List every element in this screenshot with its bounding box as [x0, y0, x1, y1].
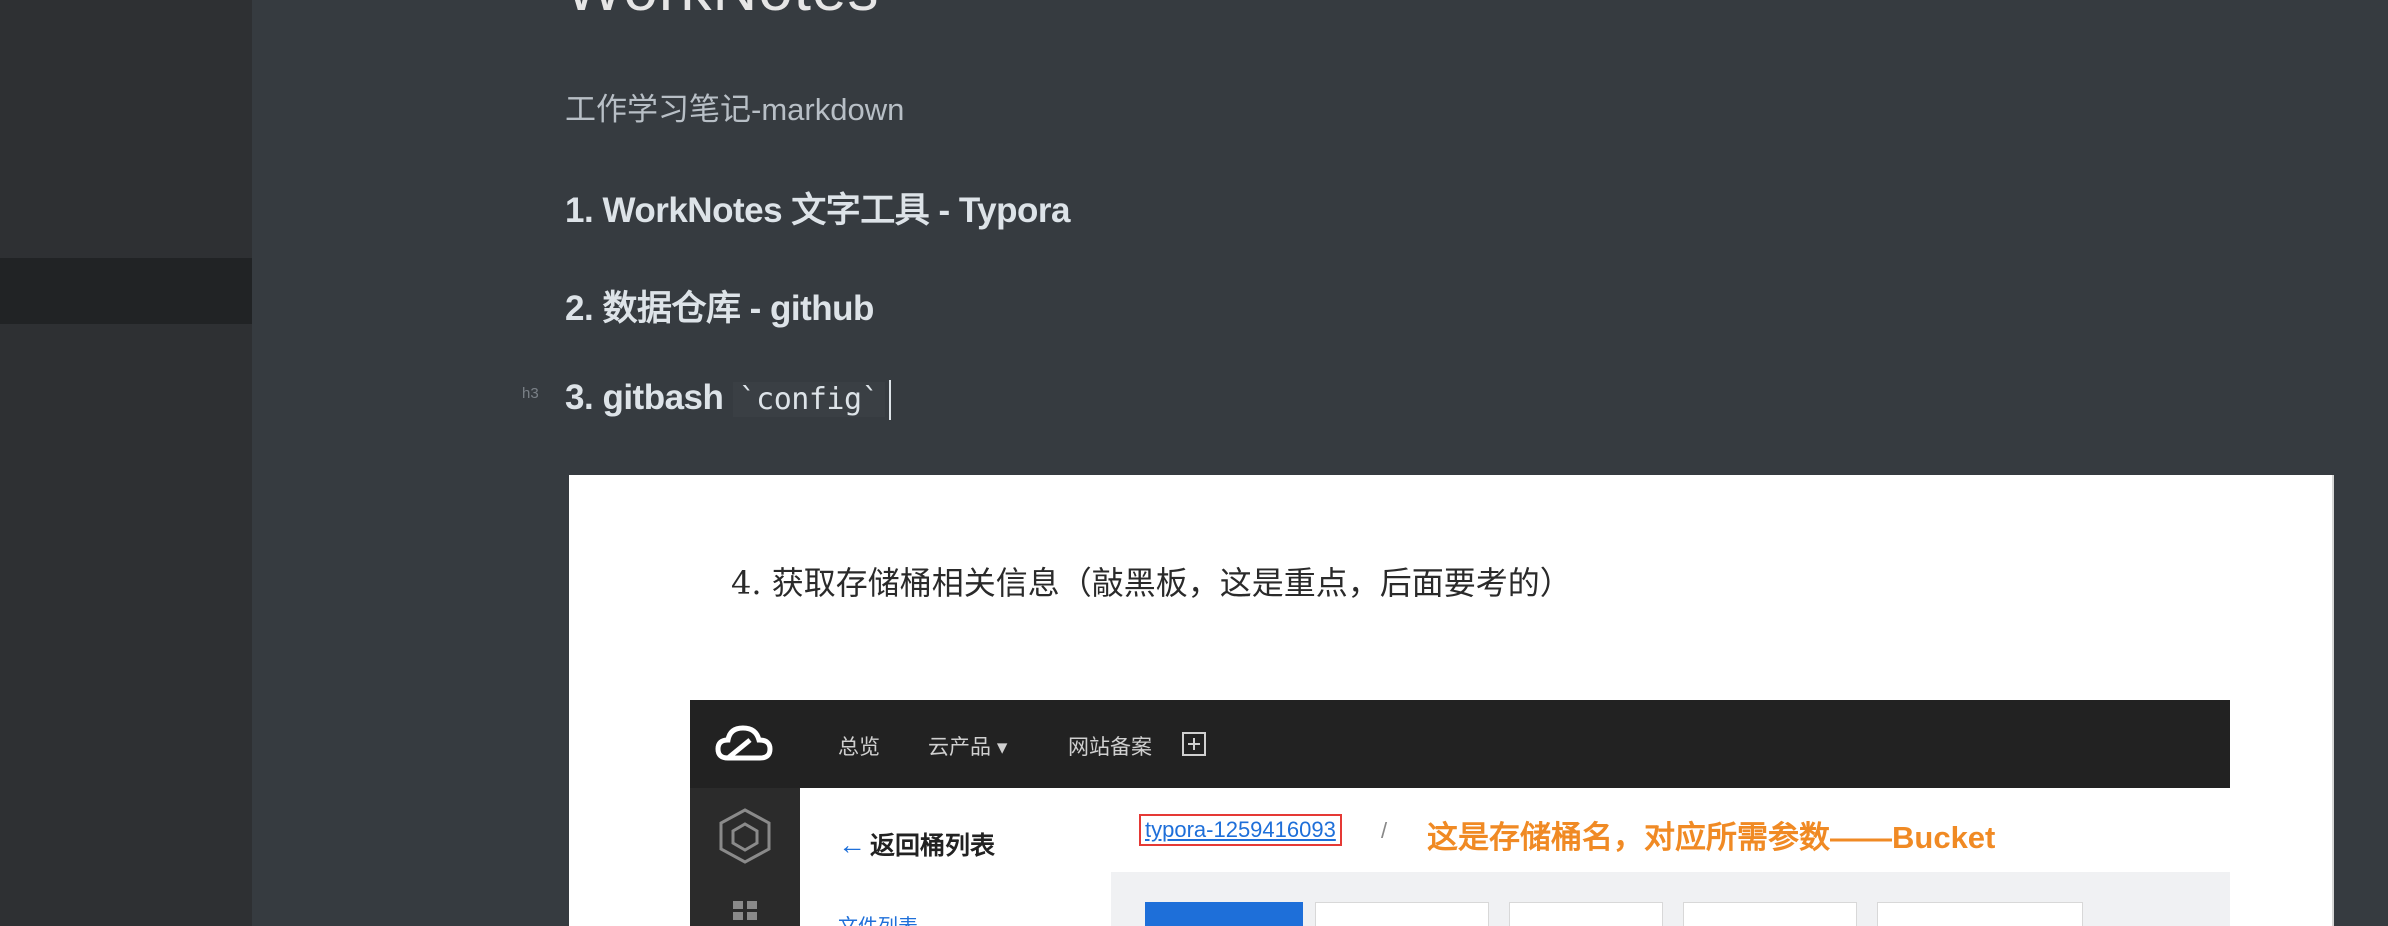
- embedded-image-border: [2332, 475, 2334, 926]
- console-main-header: typora-1259416093 / 这是存储桶名，对应所需参数——Bucke…: [1111, 788, 2230, 872]
- grid-icon: [733, 901, 757, 920]
- cloud-console-screenshot: 总览 云产品 ▾ 网站备案 ←返回桶列表 文件列表: [690, 700, 2230, 926]
- heading-1[interactable]: 1. WorkNotes 文字工具 - Typora: [565, 182, 1070, 233]
- heading-1-number: 1.: [565, 191, 594, 230]
- heading-2-text: 数据仓库 - github: [602, 289, 874, 328]
- back-link-label: 返回桶列表: [870, 832, 996, 860]
- cloud-logo-icon: [715, 725, 773, 761]
- embedded-heading: 4. 获取存储桶相关信息（敲黑板，这是重点，后面要考的）: [731, 564, 1572, 602]
- bucket-name: typora-1259416093: [1139, 814, 1342, 846]
- breadcrumb-separator: /: [1381, 818, 1388, 843]
- heading-2-number: 2.: [565, 289, 594, 328]
- nav-products: 云产品 ▾: [928, 736, 1008, 759]
- file-list-link: 文件列表: [838, 910, 918, 926]
- document-title[interactable]: WorkNotes: [565, 0, 880, 21]
- back-arrow-icon: ←: [838, 829, 866, 860]
- toolbar-button-primary: [1145, 902, 1303, 926]
- text-cursor: [889, 379, 892, 420]
- toolbar-button: [1315, 902, 1489, 926]
- console-sidenav: [690, 788, 800, 926]
- sidebar-active-item[interactable]: [0, 258, 252, 324]
- bucket-annotation: 这是存储桶名，对应所需参数——Bucket: [1427, 820, 1996, 855]
- heading-3-number: 3.: [565, 378, 594, 417]
- inline-code: `config`: [732, 382, 886, 417]
- toolbar-button: [1509, 902, 1663, 926]
- heading-level-marker: h3: [522, 385, 539, 402]
- cube-icon: [719, 808, 771, 864]
- heading-1-text: WorkNotes 文字工具 - Typora: [602, 191, 1070, 230]
- console-toolbar: [1111, 872, 2230, 926]
- embedded-image[interactable]: 4. 获取存储桶相关信息（敲黑板，这是重点，后面要考的） 总览 云产品 ▾ 网站…: [569, 475, 2333, 926]
- nav-overview: 总览: [838, 736, 880, 759]
- toolbar-button: [1877, 902, 2083, 926]
- back-to-bucket-list: ← 返回桶列表: [838, 826, 995, 862]
- document-subtitle[interactable]: 工作学习笔记-markdown: [565, 84, 904, 129]
- heading-3-text: gitbash: [602, 378, 724, 417]
- console-left-panel: ←返回桶列表 文件列表: [800, 788, 1111, 926]
- add-tab-icon: [1182, 732, 1206, 756]
- nav-icp: 网站备案: [1068, 736, 1152, 759]
- toolbar-button: [1683, 902, 1857, 926]
- sidebar: [0, 0, 252, 926]
- console-topbar: 总览 云产品 ▾ 网站备案: [690, 700, 2230, 788]
- heading-2[interactable]: 2. 数据仓库 - github: [565, 280, 874, 331]
- heading-3[interactable]: 3. gitbash `config`: [565, 378, 892, 420]
